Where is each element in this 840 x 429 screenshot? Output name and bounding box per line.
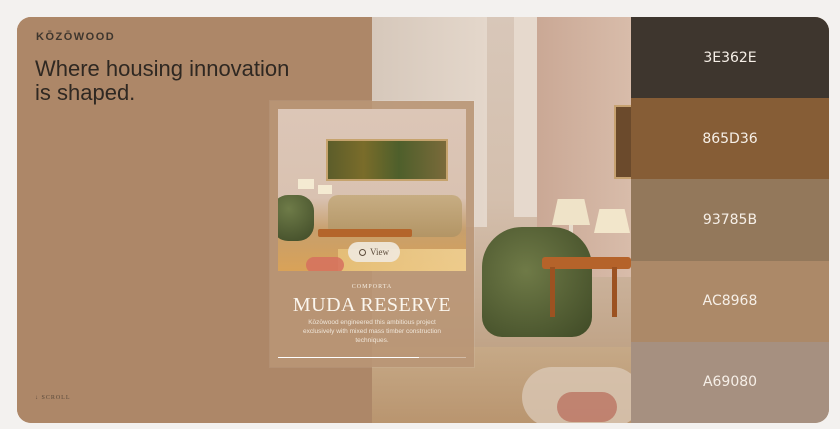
swatch-hex: 3E362E <box>703 49 757 66</box>
view-icon <box>359 248 367 256</box>
swatch-hex: 93785B <box>702 211 758 228</box>
project-location: COMPORTA <box>351 284 393 290</box>
view-button-label: View <box>370 247 389 257</box>
project-card[interactable]: View COMPORTA MUDA RESERVE Kōzōwood engi… <box>270 101 474 367</box>
palette-swatch-5[interactable]: A69080 <box>631 341 829 423</box>
card-progress-fill <box>278 357 419 358</box>
card-progress-bar <box>278 357 466 358</box>
view-button[interactable]: View <box>348 242 400 262</box>
swatch-hex: AC8968 <box>702 293 758 310</box>
palette-swatch-4[interactable]: AC8968 <box>631 260 829 342</box>
swatch-hex: 865D36 <box>702 130 758 147</box>
palette-swatch-1[interactable]: 3E362E <box>631 17 829 99</box>
project-title[interactable]: MUDA RESERVE <box>270 294 474 317</box>
scroll-indicator[interactable]: ↓ SCROLL <box>35 395 71 401</box>
color-palette: 3E362E 865D36 93785B AC8968 A69080 <box>631 17 829 423</box>
hero-frame: KŌZŌWOOD Where housing innovation is sha… <box>17 17 829 423</box>
palette-swatch-3[interactable]: 93785B <box>631 179 829 261</box>
hero-headline: Where housing innovation is shaped. <box>35 56 290 105</box>
palette-swatch-2[interactable]: 865D36 <box>631 98 829 180</box>
project-description: Kōzōwood engineered this ambitious proje… <box>303 319 441 344</box>
project-image[interactable]: View <box>278 109 466 271</box>
swatch-hex: A69080 <box>702 374 758 391</box>
brand-logo[interactable]: KŌZŌWOOD <box>36 31 115 43</box>
